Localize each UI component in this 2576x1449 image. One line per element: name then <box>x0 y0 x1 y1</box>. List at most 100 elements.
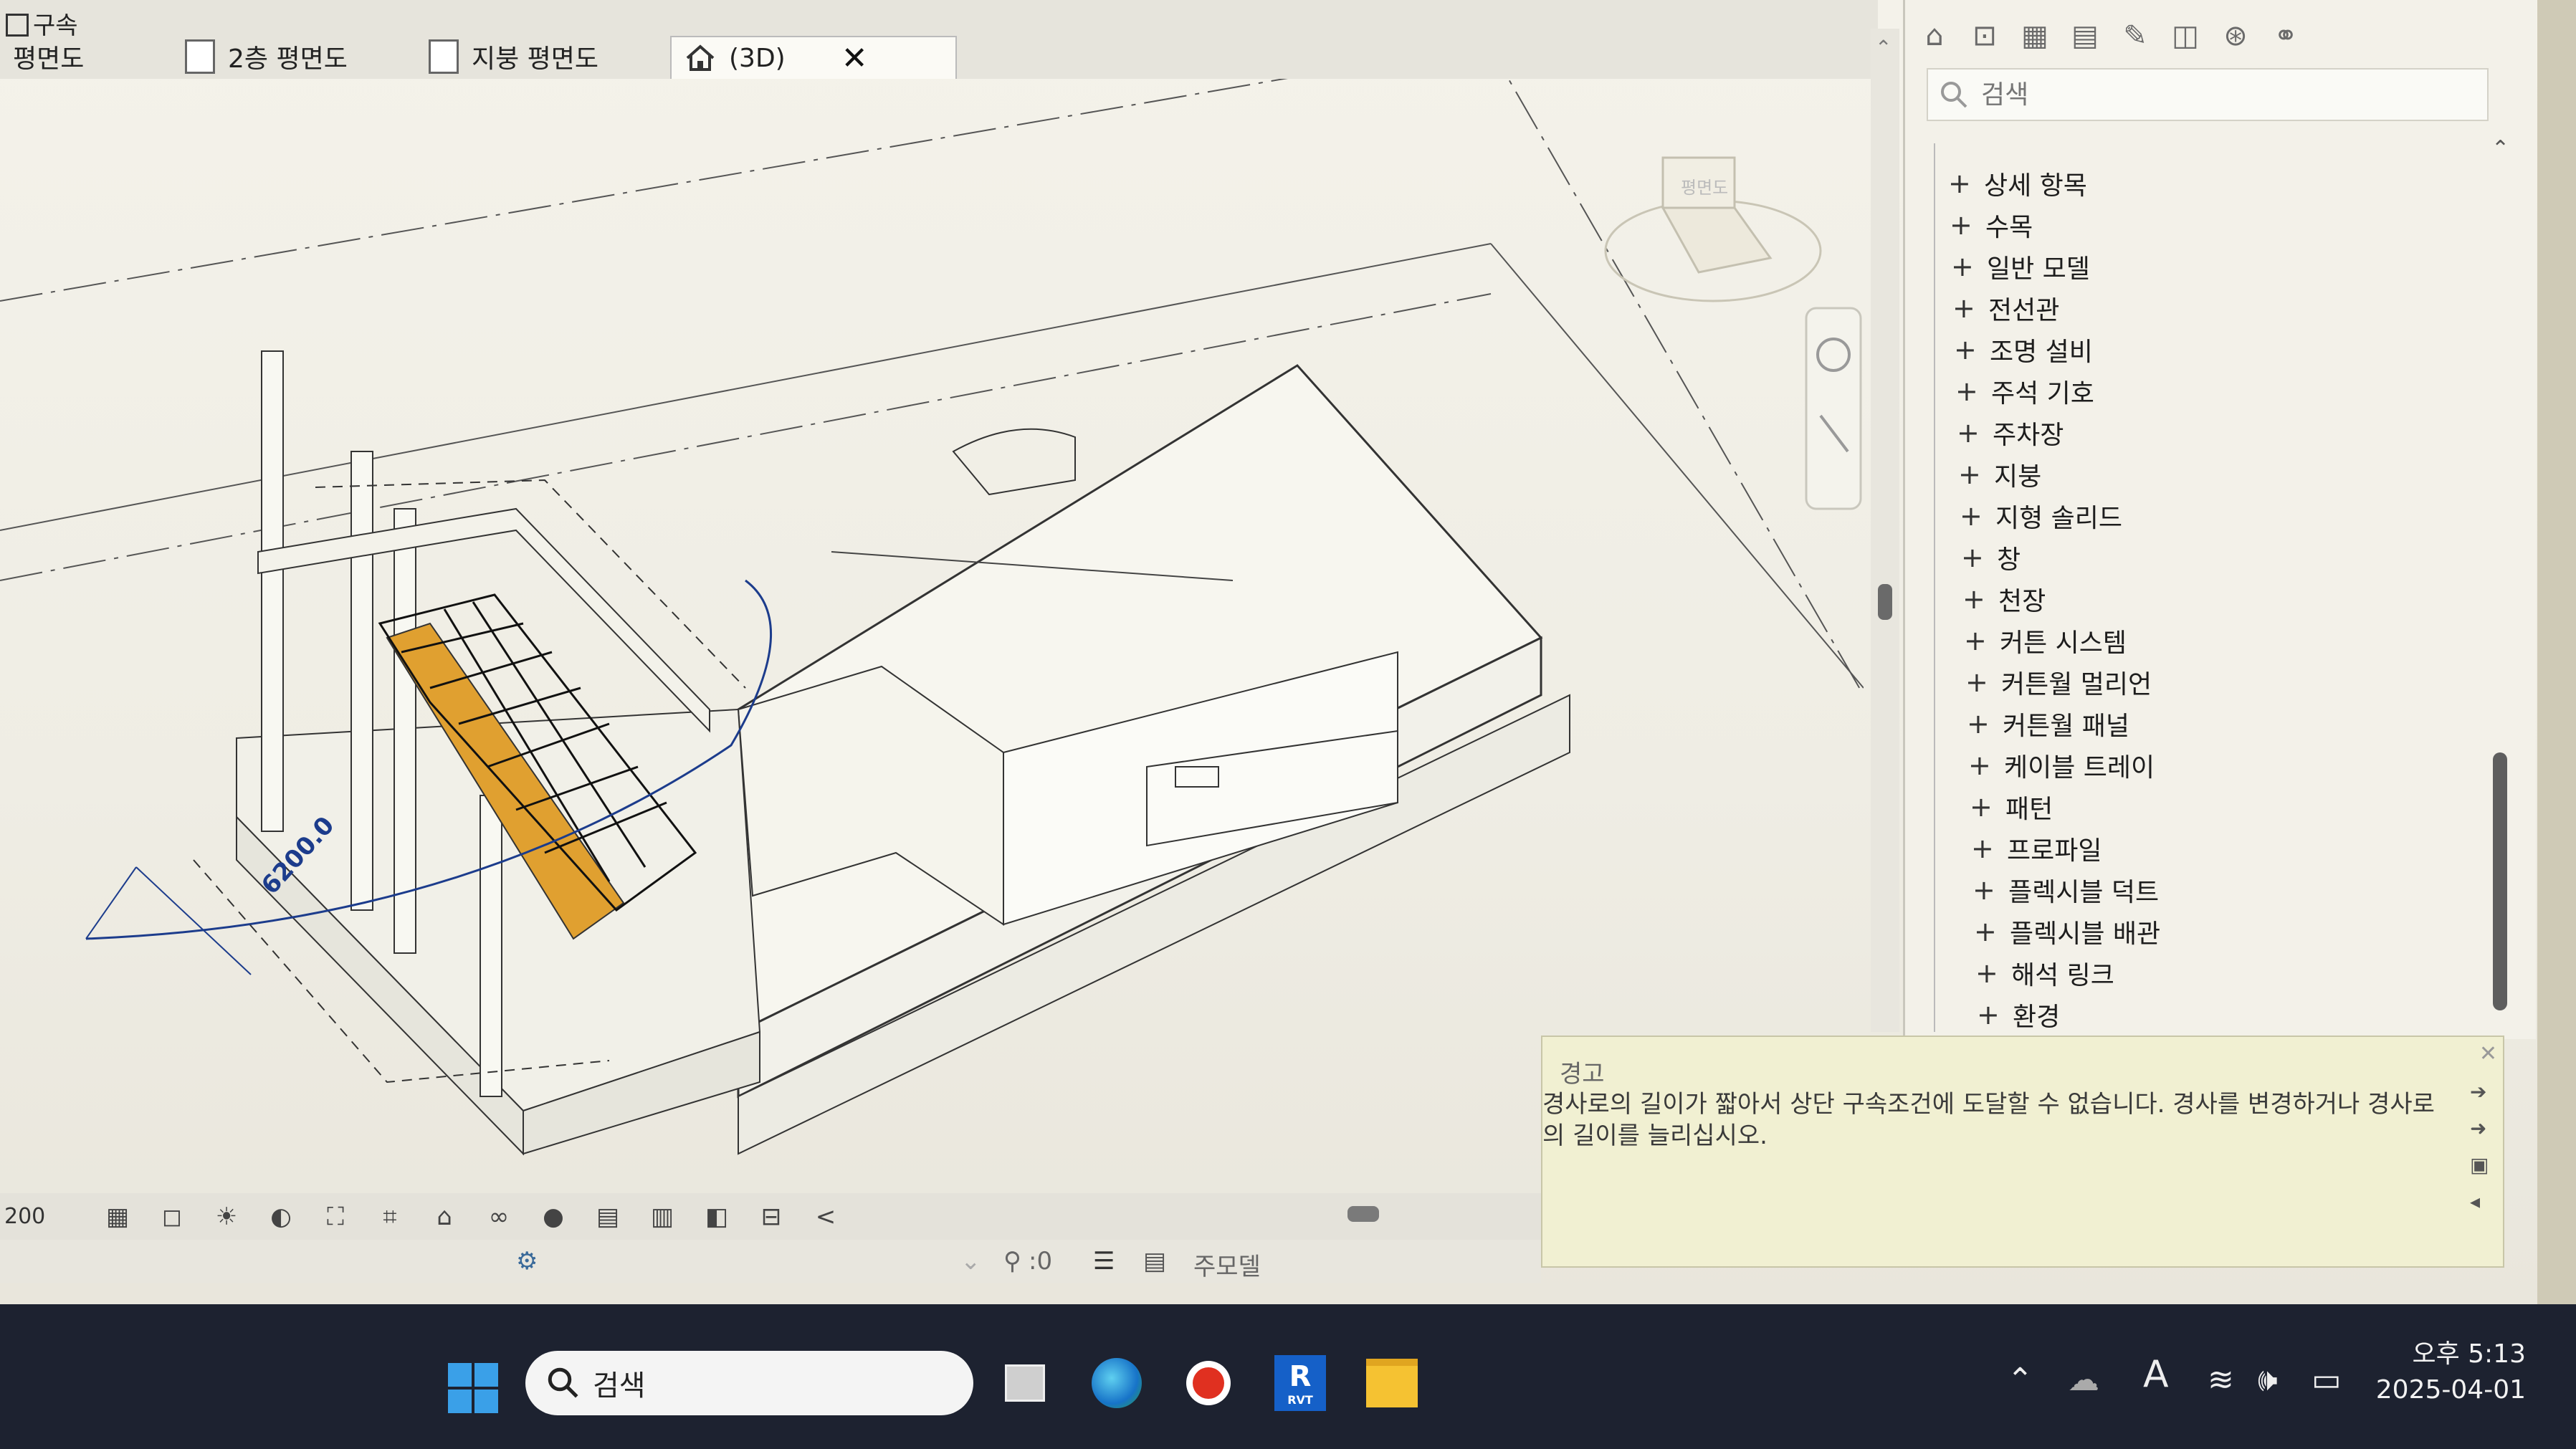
expand-icon[interactable]: + <box>1960 500 1983 532</box>
scroll-thumb[interactable] <box>1878 584 1892 620</box>
tree-item[interactable]: + 전선관 <box>1952 290 2059 327</box>
unlock-view-icon[interactable]: ⌂ <box>429 1202 460 1231</box>
tree-item[interactable]: + 상세 항목 <box>1948 165 2087 202</box>
show-details-icon[interactable]: ▣ <box>2470 1153 2499 1177</box>
expand-icon[interactable]: + <box>1968 750 1991 781</box>
show-hidden-icons-icon[interactable]: ⌃ <box>2007 1362 2033 1398</box>
tree-item[interactable]: + 패턴 <box>1970 788 2053 826</box>
tab-2f-plan[interactable]: 2층 평면도 <box>172 36 361 77</box>
expand-icon[interactable]: + <box>1952 292 1975 324</box>
expand-icon[interactable]: + <box>1950 209 1972 241</box>
dropdown-chevron-icon[interactable]: ⌄ <box>960 1247 981 1276</box>
browser-scrollbar[interactable]: ⌃ <box>2479 136 2522 1032</box>
scroll-up-icon[interactable]: ⌃ <box>2491 136 2509 161</box>
crop-icon[interactable]: ⛶ <box>320 1202 351 1231</box>
temp-hide-icon[interactable]: ∞ <box>483 1202 515 1231</box>
expand-icon[interactable]: + <box>1975 957 1998 989</box>
wifi-icon[interactable]: ≋ <box>2208 1362 2234 1398</box>
next-warning-icon[interactable]: ➔ <box>2470 1080 2499 1104</box>
expand-icon[interactable]: + <box>1970 791 1993 823</box>
visual-style-icon[interactable]: ◻ <box>156 1202 188 1231</box>
sheet-icon[interactable]: ◫ <box>2167 18 2203 54</box>
show-crop-icon[interactable]: ⌗ <box>374 1202 406 1231</box>
close-icon[interactable]: ✕ <box>841 40 868 77</box>
selection-count-icon[interactable]: ⚲ <box>1003 1247 1021 1276</box>
expand-icon[interactable]: + <box>1965 666 1988 698</box>
expand-icon[interactable]: + <box>1972 874 1995 906</box>
collapse-arrow-icon[interactable]: < <box>810 1202 841 1231</box>
highlight-icon[interactable]: ▤ <box>592 1202 624 1231</box>
expand-icon[interactable]: + <box>1964 625 1987 656</box>
tree-item[interactable]: + 커튼월 패널 <box>1967 705 2129 742</box>
building-3d-model[interactable]: 6200.0 평면도 <box>0 35 1864 1197</box>
expand-icon[interactable]: + <box>1974 916 1997 947</box>
horizontal-scroll-thumb[interactable] <box>1347 1206 1379 1222</box>
viewcube[interactable]: 평면도 <box>1604 156 1822 302</box>
file-explorer-icon[interactable] <box>1363 1354 1421 1412</box>
tree-item[interactable]: + 주차장 <box>1957 414 2064 451</box>
expand-icon[interactable]: + <box>1958 459 1981 490</box>
browser-scroll-thumb[interactable] <box>2493 752 2507 1010</box>
detail-level-icon[interactable]: ▦ <box>102 1202 133 1231</box>
tree-item[interactable]: + 일반 모델 <box>1951 248 2090 285</box>
revit-app-icon[interactable]: R RVT <box>1272 1354 1329 1412</box>
brush-icon[interactable]: ✎ <box>2117 18 2153 54</box>
tree-item[interactable]: + 주석 기호 <box>1955 373 2094 410</box>
expand-icon[interactable]: + <box>1955 376 1978 407</box>
expand-icon[interactable]: + <box>1951 251 1974 282</box>
3d-view-canvas[interactable]: 6200.0 평면도 <box>0 35 1864 1197</box>
model-icon[interactable]: ▤ <box>1143 1247 1166 1276</box>
tree-item[interactable]: + 지붕 <box>1958 456 2041 493</box>
browser-search-input[interactable] <box>1980 79 2413 110</box>
expand-icon[interactable]: + <box>1962 583 1985 615</box>
expand-icon[interactable]: + <box>1977 999 2000 1030</box>
expand-icon[interactable]: + <box>1961 542 1984 573</box>
tab-roof-plan[interactable]: 지붕 평면도 <box>416 36 611 77</box>
volume-icon[interactable]: 🕪 <box>2258 1362 2278 1398</box>
tree-item[interactable]: + 수목 <box>1950 206 2033 244</box>
battery-icon[interactable]: ▭ <box>2312 1362 2342 1398</box>
tree-item[interactable]: + 프로파일 <box>1971 830 2102 867</box>
input-method-icon[interactable]: A <box>2143 1353 2169 1396</box>
expand-icon[interactable]: + <box>1954 334 1977 365</box>
close-icon[interactable]: ✕ <box>2479 1041 2497 1066</box>
reveal-constraints-icon[interactable]: ⊟ <box>755 1202 787 1231</box>
list-icon[interactable]: ☰ <box>1093 1247 1115 1276</box>
tree-item[interactable]: + 플렉시블 배관 <box>1974 913 2160 950</box>
tree-item[interactable]: + 커튼 시스템 <box>1964 622 2127 659</box>
checkbox-icon[interactable] <box>6 14 29 37</box>
expand-warning-icon[interactable]: ➜ <box>2470 1116 2499 1140</box>
analytical-icon[interactable]: ◧ <box>701 1202 733 1231</box>
tree-item[interactable]: + 환경 <box>1977 996 2060 1033</box>
tree-item[interactable]: + 케이블 트레이 <box>1968 747 2155 784</box>
tree-item[interactable]: + 커튼월 멀리언 <box>1965 664 2152 701</box>
family-icon[interactable]: ⊛ <box>2218 18 2253 54</box>
start-button[interactable] <box>448 1363 498 1413</box>
edge-browser-icon[interactable] <box>1088 1354 1145 1412</box>
worksets-icon[interactable]: ⚙ <box>516 1247 538 1276</box>
expand-icon[interactable]: + <box>1948 168 1971 199</box>
taskbar-search[interactable]: 검색 <box>525 1351 973 1415</box>
tab-3d[interactable]: (3D) ✕ <box>670 36 957 79</box>
clock[interactable]: 오후 5:13 2025-04-01 <box>2376 1336 2526 1408</box>
tree-item[interactable]: + 천장 <box>1962 580 2046 618</box>
table-icon[interactable]: ▤ <box>2067 18 2103 54</box>
collapse-warning-icon[interactable]: ◂ <box>2470 1190 2499 1213</box>
home-icon[interactable]: ⌂ <box>1917 18 1952 54</box>
expand-icon[interactable]: + <box>1957 417 1980 449</box>
cloud-offline-icon[interactable]: ☁ <box>2068 1362 2099 1398</box>
tab-floor-plan[interactable]: 평면도 <box>0 36 97 77</box>
tree-item[interactable]: + 해석 링크 <box>1975 955 2114 992</box>
view-vertical-scrollbar[interactable]: ⌃ <box>1871 29 1899 1032</box>
scroll-up-icon[interactable]: ⌃ <box>1875 36 1892 59</box>
record-icon[interactable] <box>1180 1354 1237 1412</box>
expand-icon[interactable]: + <box>1967 708 1990 740</box>
expand-icon[interactable]: + <box>1971 833 1994 864</box>
sun-path-icon[interactable]: ☀ <box>211 1202 242 1231</box>
schedule-icon[interactable]: ▦ <box>2017 18 2053 54</box>
tree-item[interactable]: + 조명 설비 <box>1954 331 2093 368</box>
light-bulb-icon[interactable]: ● <box>538 1202 569 1231</box>
tree-item[interactable]: + 지형 솔리드 <box>1960 497 2122 535</box>
view-scale[interactable]: 200 <box>4 1204 90 1229</box>
browser-search[interactable] <box>1927 68 2489 121</box>
